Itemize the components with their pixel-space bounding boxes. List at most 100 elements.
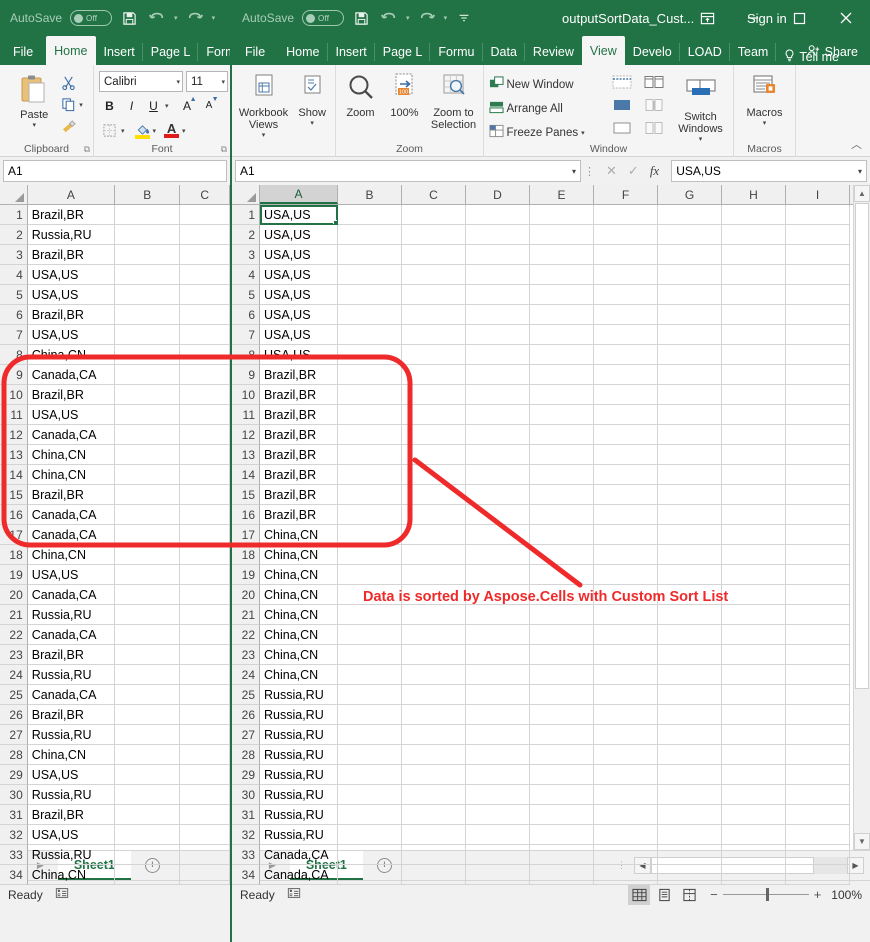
redo-dropdown-icon-right[interactable]: ▾	[444, 14, 448, 22]
cell-a11-right[interactable]: Brazil,BR	[260, 405, 338, 425]
table-row[interactable]: 18China,CN	[232, 545, 870, 565]
cell-f9-right[interactable]	[594, 365, 658, 385]
cell-c15[interactable]	[180, 485, 230, 505]
row-header[interactable]: 19	[0, 565, 28, 585]
cell-e25-right[interactable]	[530, 685, 594, 705]
increase-font-size-button[interactable]: A ▲	[177, 95, 198, 116]
cell-b2[interactable]	[115, 225, 180, 245]
cell-a26[interactable]: Brazil,BR	[28, 705, 115, 725]
cell-i32-right[interactable]	[786, 825, 850, 845]
cell-c31[interactable]	[180, 805, 230, 825]
zoom-out-button[interactable]: −	[710, 887, 718, 902]
zoom-button[interactable]: Zoom	[339, 68, 383, 121]
cell-c5-right[interactable]	[402, 285, 466, 305]
cell-c21[interactable]	[180, 605, 230, 625]
cell-b19[interactable]	[115, 565, 180, 585]
cell-e31-right[interactable]	[530, 805, 594, 825]
table-row[interactable]: 30Russia,RU	[0, 785, 230, 805]
cell-a34-right[interactable]: Canada,CA	[260, 865, 338, 885]
cell-a9-right[interactable]: Brazil,BR	[260, 365, 338, 385]
cell-a3-right[interactable]: USA,US	[260, 245, 338, 265]
cell-c18[interactable]	[180, 545, 230, 565]
cell-f32-right[interactable]	[594, 825, 658, 845]
row-header[interactable]: 22	[0, 625, 28, 645]
cell-d20-right[interactable]	[466, 585, 530, 605]
insert-function-icon[interactable]: fx	[650, 163, 659, 179]
table-row[interactable]: 4USA,US	[0, 265, 230, 285]
cell-i3-right[interactable]	[786, 245, 850, 265]
cell-g6-right[interactable]	[658, 305, 722, 325]
cell-e17-right[interactable]	[530, 525, 594, 545]
row-header[interactable]: 32	[0, 825, 28, 845]
cell-d15-right[interactable]	[466, 485, 530, 505]
table-row[interactable]: 2Russia,RU	[0, 225, 230, 245]
row-header[interactable]: 29	[0, 765, 28, 785]
table-row[interactable]: 9Canada,CA	[0, 365, 230, 385]
ribbon-tab-formulas[interactable]: Formu	[198, 39, 232, 65]
cell-e15-right[interactable]	[530, 485, 594, 505]
row-header[interactable]: 10	[0, 385, 28, 405]
cell-c13[interactable]	[180, 445, 230, 465]
switch-windows-dropdown-icon[interactable]: ▾	[699, 135, 703, 143]
cell-c10-right[interactable]	[402, 385, 466, 405]
ribbon-tab-view-right[interactable]: View	[582, 36, 625, 65]
cell-c33[interactable]	[180, 845, 230, 865]
row-header[interactable]: 18	[232, 545, 260, 565]
table-row[interactable]: 11Brazil,BR	[232, 405, 870, 425]
ribbon-tab-formulas-right[interactable]: Formu	[430, 39, 482, 65]
table-row[interactable]: 25Russia,RU	[232, 685, 870, 705]
cell-b32-right[interactable]	[338, 825, 402, 845]
cell-g15-right[interactable]	[658, 485, 722, 505]
cell-g22-right[interactable]	[658, 625, 722, 645]
cell-g23-right[interactable]	[658, 645, 722, 665]
cell-e30-right[interactable]	[530, 785, 594, 805]
ribbon-display-options-icon[interactable]	[684, 0, 730, 36]
cell-b14[interactable]	[115, 465, 180, 485]
row-header[interactable]: 4	[232, 265, 260, 285]
table-row[interactable]: 16Brazil,BR	[232, 505, 870, 525]
row-header[interactable]: 24	[232, 665, 260, 685]
cell-c23[interactable]	[180, 645, 230, 665]
clipboard-dialog-launcher-icon[interactable]: ⧉	[84, 144, 90, 155]
ribbon-tab-file-right[interactable]: File	[232, 39, 278, 65]
cell-b1[interactable]	[115, 205, 180, 225]
cell-f11-right[interactable]	[594, 405, 658, 425]
cell-f24-right[interactable]	[594, 665, 658, 685]
row-header[interactable]: 4	[0, 265, 28, 285]
cell-e7-right[interactable]	[530, 325, 594, 345]
row-header[interactable]: 34	[0, 865, 28, 885]
cell-c27[interactable]	[180, 725, 230, 745]
cell-g19-right[interactable]	[658, 565, 722, 585]
workbook-views-button[interactable]: Workbook Views ▾	[235, 68, 292, 141]
cell-e33-right[interactable]	[530, 845, 594, 865]
column-header-f-right[interactable]: F	[594, 185, 658, 204]
cell-i10-right[interactable]	[786, 385, 850, 405]
arrange-all-button[interactable]: Arrange All	[486, 98, 604, 119]
cell-g13-right[interactable]	[658, 445, 722, 465]
cell-d3-right[interactable]	[466, 245, 530, 265]
row-header[interactable]: 6	[232, 305, 260, 325]
row-header[interactable]: 25	[232, 685, 260, 705]
row-header[interactable]: 26	[0, 705, 28, 725]
cell-c25-right[interactable]	[402, 685, 466, 705]
cell-b16-right[interactable]	[338, 505, 402, 525]
cell-a19-right[interactable]: China,CN	[260, 565, 338, 585]
cell-b6[interactable]	[115, 305, 180, 325]
cell-h18-right[interactable]	[722, 545, 786, 565]
cell-c14-right[interactable]	[402, 465, 466, 485]
cell-i27-right[interactable]	[786, 725, 850, 745]
font-size-combo[interactable]: 11 ▾	[186, 71, 228, 92]
cell-e16-right[interactable]	[530, 505, 594, 525]
row-header[interactable]: 23	[0, 645, 28, 665]
cell-g31-right[interactable]	[658, 805, 722, 825]
cell-c34[interactable]	[180, 865, 230, 885]
row-header[interactable]: 9	[0, 365, 28, 385]
cell-h22-right[interactable]	[722, 625, 786, 645]
cell-e12-right[interactable]	[530, 425, 594, 445]
cell-a15-right[interactable]: Brazil,BR	[260, 485, 338, 505]
cell-a30[interactable]: Russia,RU	[28, 785, 115, 805]
cell-a29-right[interactable]: Russia,RU	[260, 765, 338, 785]
cell-i20-right[interactable]	[786, 585, 850, 605]
column-header-i-right[interactable]: I	[786, 185, 850, 204]
cancel-icon[interactable]: ✕	[606, 163, 617, 179]
